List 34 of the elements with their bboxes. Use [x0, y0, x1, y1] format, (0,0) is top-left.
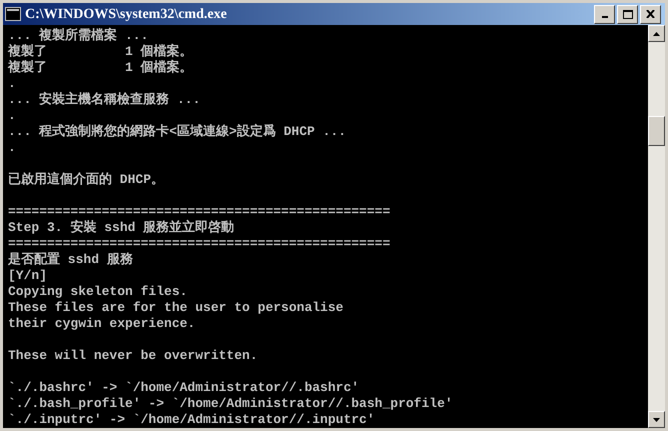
console-line: `./.bash_profile' -> `/home/Administrator//.bash_profile' [8, 396, 453, 412]
console-line: [Y/n] [8, 268, 48, 284]
minimize-button[interactable] [594, 4, 615, 24]
console-line: Step 3. 安裝 sshd 服務並立即啓動 [8, 220, 234, 236]
console-line: . [8, 140, 16, 156]
console-line: . [8, 108, 16, 124]
scroll-thumb[interactable] [648, 116, 665, 146]
close-icon [646, 10, 655, 18]
console-line: Copying skeleton files. [8, 284, 188, 300]
console-line: 已啟用這個介面的 DHCP。 [8, 172, 164, 188]
console-line: ================================================= [8, 204, 390, 220]
console-line: ... 程式強制將您的網路卡<區域連線>設定爲 DHCP ... [8, 124, 346, 140]
console-line: ... 安裝主機名稱檢查服務 ... [8, 92, 200, 108]
console-line: `./.inputrc' -> `/home/Administrator//.inputrc' [8, 412, 375, 428]
console-icon [5, 7, 21, 21]
console-line: ... 複製所需檔案 ... [8, 28, 148, 44]
window-title: C:\WINDOWS\system32\cmd.exe [25, 6, 228, 24]
console-line: 是否配置 sshd 服務 [8, 252, 133, 268]
down-arrow-icon [653, 418, 660, 422]
console-line: `./.bashrc' -> `/home/Administrator//.bashrc' [8, 380, 360, 396]
scrollbar[interactable] [648, 25, 665, 428]
close-button[interactable] [640, 4, 661, 24]
console-line: their cygwin experience. [8, 316, 196, 332]
console-line: . [8, 76, 16, 92]
console-line: 複製了 1 個檔案。 [8, 44, 193, 60]
maximize-button[interactable] [617, 4, 638, 24]
console-line: 複製了 1 個檔案。 [8, 60, 193, 76]
console-line: These files are for the user to personalise [8, 300, 344, 316]
maximize-icon [622, 10, 632, 18]
scroll-up-button[interactable] [648, 25, 665, 42]
console-line: These will never be overwritten. [8, 348, 258, 364]
console-line: ================================================= [8, 236, 390, 252]
scroll-down-button[interactable] [648, 411, 665, 428]
up-arrow-icon [653, 32, 660, 36]
